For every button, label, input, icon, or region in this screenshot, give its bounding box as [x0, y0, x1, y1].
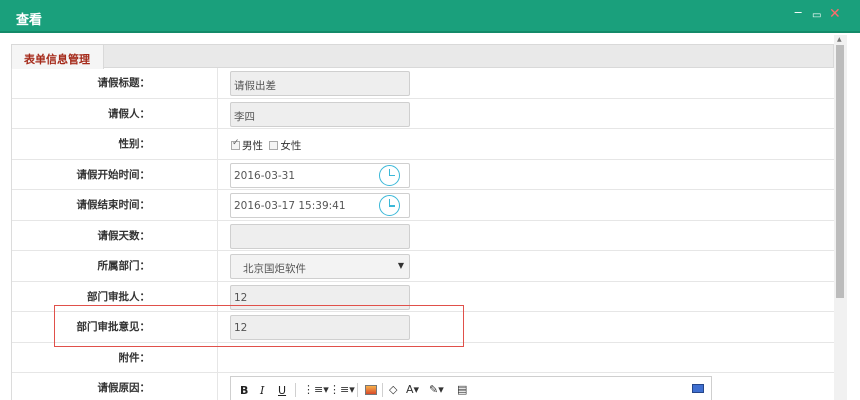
italic-button[interactable]: I — [260, 384, 264, 397]
fullscreen-icon[interactable] — [692, 384, 704, 393]
female-label: 女性 — [280, 140, 302, 152]
title-field[interactable]: 请假出差 — [230, 71, 410, 96]
annotation-highlight-box — [54, 305, 464, 347]
image-icon[interactable] — [365, 385, 377, 395]
row-days: 请假天数： — [12, 220, 834, 251]
table-icon[interactable]: ▤ — [457, 383, 467, 396]
start-time-label: 请假开始时间： — [12, 159, 218, 189]
gender-label: 性别： — [12, 129, 218, 159]
font-color-button[interactable]: A▾ — [406, 383, 419, 396]
highlight-button[interactable]: ✎▾ — [429, 383, 444, 396]
bold-button[interactable]: B — [240, 384, 248, 397]
bullet-list-button[interactable]: ⋮≡▾ — [329, 383, 355, 396]
gender-options: 男性 女性 — [231, 138, 304, 153]
ordered-list-button[interactable]: ⋮≡▾ — [303, 383, 329, 396]
rich-text-editor[interactable]: B I U ⋮≡▾ ⋮≡▾ ◇ A▾ ✎▾ ▤ — [230, 376, 712, 400]
tab-strip: 表单信息管理 — [11, 44, 834, 69]
row-department: 所属部门： 北京国炬软件 ▼ — [12, 251, 834, 282]
leave-form: 请假标题： 请假出差 请假人： 李四 性别： 男性 女性 请假开始时间： 201… — [11, 68, 834, 400]
maximize-button[interactable]: ▭ — [812, 9, 821, 23]
window-title: 查看 — [16, 13, 43, 28]
end-time-value: 2016-03-17 15:39:41 — [234, 200, 346, 212]
title-label: 请假标题： — [12, 68, 218, 98]
start-time-field[interactable]: 2016-03-31 — [230, 162, 410, 188]
female-checkbox[interactable] — [269, 141, 279, 150]
row-title: 请假标题： 请假出差 — [12, 68, 834, 99]
toolbar-divider — [295, 383, 296, 397]
department-select[interactable]: 北京国炬软件 ▼ — [230, 254, 410, 279]
toolbar-divider — [382, 383, 383, 397]
row-start-time: 请假开始时间： 2016-03-31 — [12, 159, 834, 190]
scrollbar-thumb[interactable] — [836, 45, 844, 298]
end-time-field[interactable]: 2016-03-17 15:39:41 — [230, 193, 410, 218]
vertical-scrollbar[interactable]: ▲ — [834, 35, 847, 400]
clock-icon[interactable] — [379, 164, 400, 186]
end-time-label: 请假结束时间： — [12, 190, 218, 220]
scroll-up-icon[interactable]: ▲ — [837, 36, 842, 43]
row-end-time: 请假结束时间： 2016-03-17 15:39:41 — [12, 190, 834, 221]
department-value: 北京国炬软件 — [243, 263, 306, 275]
row-attachment: 附件： — [12, 342, 834, 373]
row-applicant: 请假人： 李四 — [12, 98, 834, 129]
row-reason: 请假原因： B I U ⋮≡▾ ⋮≡▾ ◇ A▾ ✎▾ ▤ — [12, 373, 834, 400]
clock-icon[interactable] — [379, 195, 400, 216]
department-label: 所属部门： — [12, 251, 218, 281]
reason-label: 请假原因： — [12, 373, 218, 400]
applicant-label: 请假人： — [12, 98, 218, 128]
eraser-button[interactable]: ◇ — [389, 383, 397, 396]
days-label: 请假天数： — [12, 220, 218, 250]
tab-form-info[interactable]: 表单信息管理 — [11, 44, 104, 69]
row-gender: 性别： 男性 女性 — [12, 129, 834, 160]
toolbar-divider — [357, 383, 358, 397]
underline-button[interactable]: U — [278, 384, 286, 397]
days-field[interactable] — [230, 223, 410, 249]
start-time-value: 2016-03-31 — [234, 169, 296, 182]
window-titlebar: 查看 ‒ ▭ ✕ — [0, 0, 860, 33]
dropdown-arrow-icon: ▼ — [397, 261, 404, 270]
close-button[interactable]: ✕ — [829, 7, 841, 21]
applicant-field[interactable]: 李四 — [230, 101, 410, 127]
male-checkbox[interactable] — [231, 138, 240, 150]
minimize-button[interactable]: ‒ — [794, 6, 802, 20]
male-label: 男性 — [242, 140, 263, 152]
